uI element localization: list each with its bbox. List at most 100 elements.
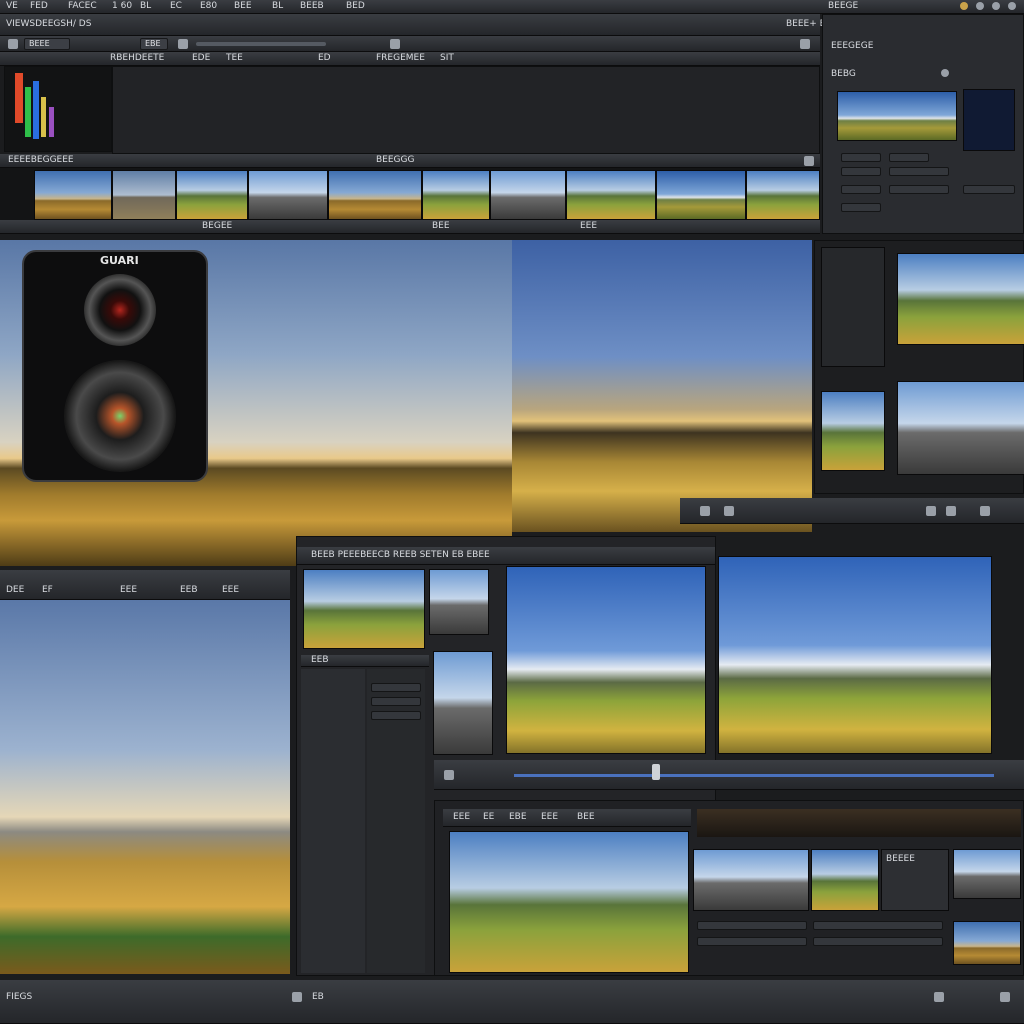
lower-property-row[interactable] bbox=[813, 937, 943, 946]
toolbar-button-0[interactable]: BEEE bbox=[24, 38, 70, 50]
rewind-icon[interactable] bbox=[444, 770, 454, 780]
menu-item-5[interactable]: EC bbox=[170, 1, 182, 11]
lower-property-row[interactable] bbox=[697, 937, 807, 946]
status-icon[interactable] bbox=[934, 992, 944, 1002]
window-control-icon[interactable] bbox=[1008, 2, 1016, 10]
film-thumbnail[interactable] bbox=[490, 170, 566, 220]
lower-clip-thumbnail[interactable] bbox=[693, 849, 809, 911]
filmstrip bbox=[0, 168, 820, 220]
film-thumbnail[interactable] bbox=[656, 170, 746, 220]
lower-clip-placeholder[interactable]: BEEEE bbox=[881, 849, 949, 911]
property-row[interactable] bbox=[371, 697, 421, 706]
inspector-row[interactable] bbox=[889, 185, 949, 194]
left-viewer-button[interactable]: EEB bbox=[180, 585, 198, 595]
main-viewer-right[interactable] bbox=[512, 240, 812, 532]
inspector-row[interactable] bbox=[841, 167, 881, 176]
menu-item-7[interactable]: BEE bbox=[234, 1, 252, 11]
lower-editor-label[interactable]: BEE bbox=[577, 812, 595, 822]
toolbar-button-6[interactable]: FREGEMEE bbox=[376, 53, 425, 63]
left-viewer-button[interactable]: EEE bbox=[120, 585, 137, 595]
center-main-preview[interactable] bbox=[506, 566, 706, 754]
expand-icon[interactable] bbox=[8, 39, 18, 49]
toolbar-button-4[interactable]: TEE bbox=[226, 53, 243, 63]
inspector-row[interactable] bbox=[963, 185, 1015, 194]
scrubber-track[interactable] bbox=[196, 42, 326, 46]
lower-clip-thumbnail[interactable] bbox=[811, 849, 879, 911]
inspector-row[interactable] bbox=[841, 185, 881, 194]
editor-clip-thumbnail[interactable] bbox=[429, 569, 489, 635]
film-thumbnail[interactable] bbox=[34, 170, 112, 220]
film-thumbnail[interactable] bbox=[328, 170, 422, 220]
workspace-tab-label[interactable]: VIEWSDEEGSH/ DS bbox=[6, 19, 91, 29]
left-viewer-button[interactable]: EEE bbox=[222, 585, 239, 595]
window-control-icon[interactable] bbox=[992, 2, 1000, 10]
media-thumbnail[interactable] bbox=[897, 381, 1024, 475]
film-thumbnail[interactable] bbox=[176, 170, 248, 220]
timeline-header: EEEEBEGGEEE BEEGGG bbox=[0, 154, 820, 168]
stop-icon[interactable] bbox=[724, 506, 734, 516]
window-control-icon[interactable] bbox=[976, 2, 984, 10]
media-thumbnail[interactable] bbox=[897, 253, 1024, 345]
media-placeholder[interactable] bbox=[821, 247, 885, 367]
menu-item-0[interactable]: VE bbox=[6, 1, 18, 11]
toolbar-button-5[interactable]: ED bbox=[318, 53, 331, 63]
playhead-track[interactable] bbox=[514, 774, 994, 777]
toolbar-button-3[interactable]: EDE bbox=[192, 53, 210, 63]
status-icon[interactable] bbox=[292, 992, 302, 1002]
film-thumbnail[interactable] bbox=[566, 170, 656, 220]
right-large-preview[interactable] bbox=[718, 556, 992, 754]
play-icon[interactable] bbox=[700, 506, 710, 516]
lower-editor-label[interactable]: EE bbox=[483, 812, 494, 822]
left-lower-viewer[interactable] bbox=[0, 600, 290, 974]
editor-clip-thumbnail[interactable] bbox=[433, 651, 493, 755]
left-viewer-toolbar: DEE EF EEE EEB EEE bbox=[0, 570, 290, 600]
settings-icon[interactable] bbox=[800, 39, 810, 49]
lower-editor-label[interactable]: EEE bbox=[453, 812, 470, 822]
menu-item-8[interactable]: BL bbox=[272, 1, 283, 11]
tool-icon[interactable] bbox=[390, 39, 400, 49]
zoom-icon[interactable] bbox=[804, 156, 814, 166]
toolbar-button-7[interactable]: SIT bbox=[440, 53, 454, 63]
menu-item-10[interactable]: BED bbox=[346, 1, 365, 11]
settings-icon[interactable] bbox=[980, 506, 990, 516]
film-thumbnail[interactable] bbox=[746, 170, 820, 220]
lower-editor-preview[interactable] bbox=[449, 831, 689, 973]
loop-icon[interactable] bbox=[926, 506, 936, 516]
inspector-row[interactable] bbox=[889, 167, 949, 176]
menu-item-2[interactable]: FACEC bbox=[68, 1, 97, 11]
lower-clip-thumbnail[interactable] bbox=[953, 921, 1021, 965]
inspector-row[interactable] bbox=[841, 153, 881, 162]
inspector-row[interactable] bbox=[841, 203, 881, 212]
menu-item-9[interactable]: BEEB bbox=[300, 1, 324, 11]
property-row[interactable] bbox=[371, 711, 421, 720]
status-left-label: FIEGS bbox=[6, 992, 33, 1002]
inspector-subheader: BEBG bbox=[831, 69, 856, 79]
lower-property-row[interactable] bbox=[813, 921, 943, 930]
inspector-row[interactable] bbox=[889, 153, 929, 162]
left-viewer-button[interactable]: EF bbox=[42, 585, 53, 595]
toggle-icon[interactable] bbox=[941, 69, 949, 77]
property-row[interactable] bbox=[371, 683, 421, 692]
film-thumbnail[interactable] bbox=[112, 170, 176, 220]
playhead-icon[interactable] bbox=[652, 764, 660, 780]
menu-item-4[interactable]: BL bbox=[140, 1, 151, 11]
fullscreen-icon[interactable] bbox=[946, 506, 956, 516]
film-thumbnail[interactable] bbox=[422, 170, 490, 220]
lower-editor-label[interactable]: EEE bbox=[541, 812, 558, 822]
lower-clip-thumbnail[interactable] bbox=[953, 849, 1021, 899]
window-control-icon[interactable] bbox=[960, 2, 968, 10]
lower-editor-label[interactable]: EBE bbox=[509, 812, 527, 822]
menu-item-6[interactable]: E80 bbox=[200, 1, 217, 11]
tool-icon[interactable] bbox=[178, 39, 188, 49]
film-thumbnail[interactable] bbox=[248, 170, 328, 220]
toolbar-button-1[interactable]: EBE bbox=[140, 38, 168, 50]
menu-item-3[interactable]: 1 60 bbox=[112, 1, 132, 11]
inspector-preview[interactable] bbox=[837, 91, 957, 141]
editor-clip-thumbnail[interactable] bbox=[303, 569, 425, 649]
toolbar-button-2[interactable]: RBEHDEETE bbox=[110, 53, 164, 63]
lower-property-row[interactable] bbox=[697, 921, 807, 930]
status-icon[interactable] bbox=[1000, 992, 1010, 1002]
right-media-panel bbox=[814, 240, 1024, 494]
media-thumbnail[interactable] bbox=[821, 391, 885, 471]
menu-item-1[interactable]: FED bbox=[30, 1, 48, 11]
